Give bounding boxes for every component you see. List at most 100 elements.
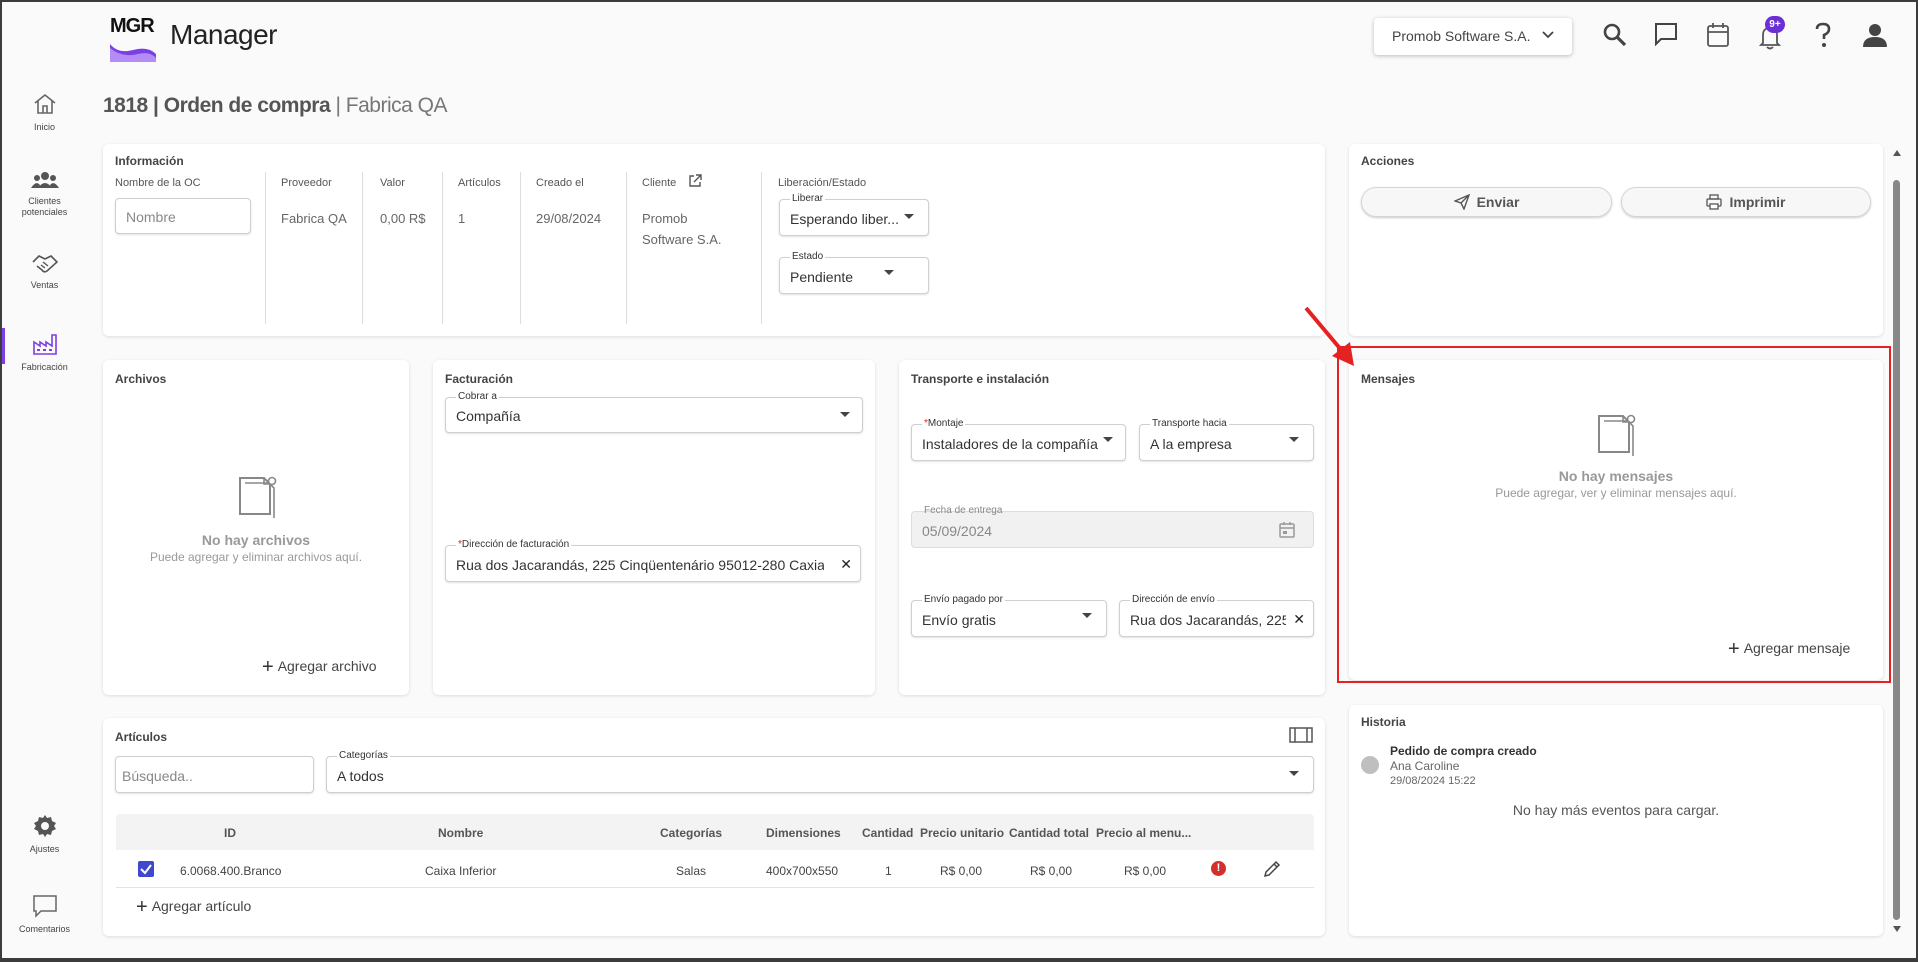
estado-value: Pendiente [790, 269, 854, 285]
oc-name-label: Nombre de la OC [115, 177, 201, 189]
scrollbar-thumb[interactable] [1893, 180, 1900, 920]
supplier-label: Proveedor [281, 177, 332, 189]
user-avatar-icon[interactable] [1862, 22, 1888, 48]
search-icon[interactable] [1602, 22, 1628, 48]
page-title: 1818 | Orden de compra | Fabrica QA [103, 94, 447, 118]
cell-id: 6.0068.400.Branco [180, 864, 282, 878]
shipping-address-value: Rua dos Jacarandás, 225 [1130, 612, 1286, 628]
print-button[interactable]: Imprimir [1621, 187, 1871, 217]
scrollbar[interactable] [1891, 150, 1901, 936]
row-checkbox[interactable] [138, 861, 154, 877]
value-label: Valor [380, 177, 405, 189]
clear-icon[interactable]: ✕ [1293, 611, 1305, 628]
external-link-icon[interactable] [688, 174, 702, 188]
sidebar-item-label: Clientes potenciales [21, 196, 68, 217]
highlight-box [1337, 346, 1891, 683]
sidebar-item-inicio[interactable]: Inicio [2, 92, 87, 133]
files-card-title: Archivos [115, 372, 167, 386]
charge-to-select[interactable]: Cobrar a Compañía [445, 391, 863, 433]
sidebar-item-comentarios[interactable]: Comentarios [2, 894, 87, 935]
estado-select[interactable]: Estado Pendiente [779, 251, 929, 294]
sidebar-item-fabricacion[interactable]: Fabricación [2, 328, 87, 373]
column-header-name[interactable]: Nombre [438, 826, 483, 840]
history-event-title: Pedido de compra creado [1390, 744, 1537, 758]
add-file-button[interactable]: + Agregar archivo [262, 656, 377, 679]
help-icon[interactable] [1814, 22, 1832, 48]
created-label: Creado el [536, 177, 584, 189]
mount-select[interactable]: *Montaje Instaladores de la compañía [911, 418, 1126, 461]
sidebar-item-label: Comentarios [18, 924, 71, 934]
shipping-paid-select[interactable]: Envío pagado por Envío gratis [911, 594, 1107, 637]
transport-to-value: A la empresa [1150, 436, 1232, 452]
transport-to-select[interactable]: Transporte hacia A la empresa [1139, 418, 1314, 461]
charge-to-label: Cobrar a [456, 391, 499, 402]
sidebar-item-ajustes[interactable]: Ajustes [2, 814, 87, 855]
plus-icon: + [136, 896, 148, 918]
edit-pencil-icon[interactable] [1263, 860, 1281, 878]
column-header-total-quantity[interactable]: Cantidad total [1009, 826, 1089, 840]
sidebar-item-label: Fabricación [21, 362, 68, 372]
print-label: Imprimir [1729, 194, 1786, 210]
sidebar-item-clientes[interactable]: Clientes potenciales [2, 170, 87, 218]
client-label: Cliente [642, 177, 677, 189]
column-header-id[interactable]: ID [224, 826, 236, 840]
company-name: Promob Software S.A. [1392, 28, 1531, 44]
printer-icon [1706, 194, 1723, 210]
comment-icon [32, 895, 57, 918]
column-header-unit-price[interactable]: Precio unitario [920, 826, 1004, 840]
send-button[interactable]: Enviar [1361, 187, 1612, 217]
add-article-label: Agregar artículo [151, 898, 252, 914]
release-status-label: Liberación/Estado [778, 177, 867, 189]
sidebar: Inicio Clientes potenciales Ventas Fabri… [2, 82, 87, 958]
send-label: Enviar [1476, 194, 1520, 210]
shipping-address-label: Dirección de envío [1130, 594, 1217, 605]
columns-icon[interactable] [1289, 726, 1313, 744]
articles-card-title: Artículos [115, 730, 168, 744]
scroll-down-icon[interactable] [1893, 926, 1901, 932]
app-logo[interactable]: MGR [108, 14, 158, 62]
delivery-date-field: Fecha de entrega 05/09/2024 [911, 505, 1314, 548]
app-window: Inicio Clientes potenciales Ventas Fabri… [2, 2, 1916, 958]
categories-label: Categorías [337, 750, 390, 761]
calendar-icon[interactable] [1706, 22, 1730, 48]
billing-address-value: Rua dos Jacarandás, 225 Cinqüentenário 9… [456, 557, 824, 573]
liberar-select[interactable]: Liberar Esperando liber... [779, 193, 929, 236]
company-selector[interactable]: Promob Software S.A. [1374, 18, 1572, 55]
scroll-up-icon[interactable] [1893, 150, 1901, 156]
oc-name-input[interactable]: Nombre [115, 198, 251, 234]
info-card-title: Información [115, 154, 184, 168]
column-header-categories[interactable]: Categorías [660, 826, 722, 840]
error-icon[interactable]: ! [1211, 861, 1226, 876]
actions-card-title: Acciones [1361, 154, 1415, 168]
logo-text: MGR [110, 15, 155, 37]
cell-name: Caixa Inferior [425, 864, 497, 878]
factory-icon [32, 334, 57, 355]
clear-icon[interactable]: ✕ [840, 556, 852, 573]
cell-category: Salas [676, 864, 707, 878]
categories-select[interactable]: Categorías A todos [326, 750, 1314, 793]
cell-retail-price: R$ 0,00 [1124, 864, 1167, 878]
caret-down-icon [1289, 771, 1299, 776]
mount-label: Montaje [927, 418, 964, 429]
column-header-dimensions[interactable]: Dimensiones [766, 826, 841, 840]
liberar-value: Esperando liber... [790, 211, 899, 227]
cell-total: R$ 0,00 [1030, 864, 1073, 878]
article-search-input[interactable]: Búsqueda.. [115, 756, 314, 793]
shipping-address-field[interactable]: Dirección de envío Rua dos Jacarandás, 2… [1119, 594, 1314, 637]
categories-value: A todos [337, 768, 384, 784]
add-article-button[interactable]: + Agregar artículo [136, 896, 251, 919]
sidebar-item-label: Inicio [33, 122, 55, 132]
mount-label-wrap: *Montaje [922, 418, 966, 429]
chat-icon[interactable] [1654, 22, 1678, 46]
divider [442, 172, 443, 324]
column-header-retail-price[interactable]: Precio al menu... [1096, 826, 1191, 840]
articles-count-label: Artículos [458, 177, 501, 189]
oc-name-placeholder: Nombre [126, 209, 176, 225]
column-header-quantity[interactable]: Cantidad [862, 826, 913, 840]
billing-address-label-wrap: *Dirección de facturación [456, 539, 572, 550]
client-value-line2: Software S.A. [642, 232, 722, 247]
billing-address-field[interactable]: *Dirección de facturación Rua dos Jacara… [445, 539, 861, 582]
page-title-sub: | Fabrica QA [335, 94, 447, 117]
sidebar-item-ventas[interactable]: Ventas [2, 252, 87, 291]
chevron-down-icon [1542, 31, 1554, 39]
